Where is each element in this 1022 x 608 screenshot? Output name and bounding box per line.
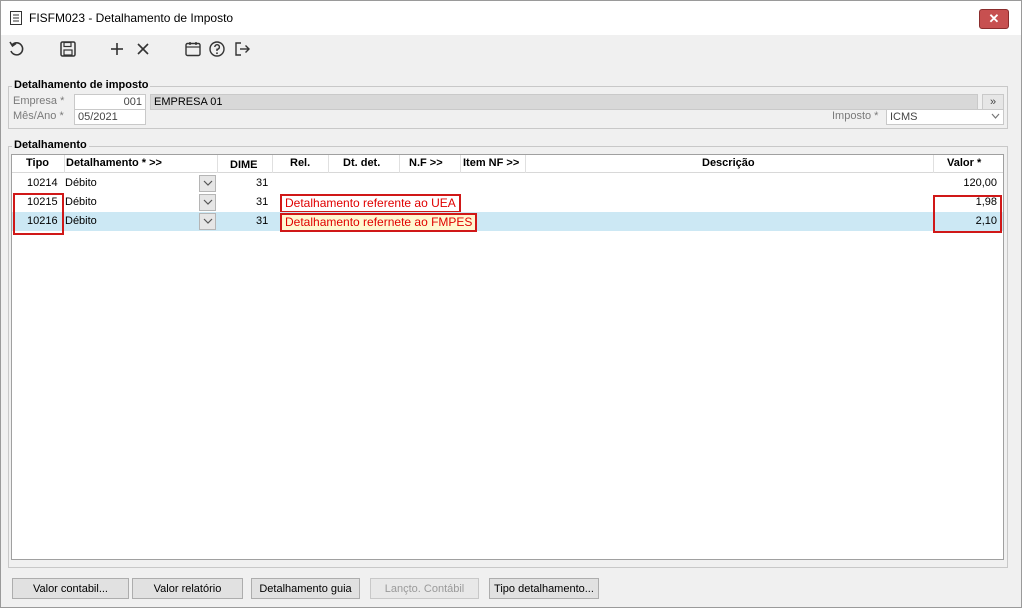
title-bar: FISFM023 - Detalhamento de Imposto ✕ — [1, 1, 1021, 35]
detalhamento-table: Tipo Detalhamento * >> DIME Rel. Dt. det… — [11, 154, 1004, 560]
col-rel[interactable]: Rel. — [290, 157, 310, 169]
empresa-lookup-button[interactable]: » — [982, 94, 1004, 110]
col-dt-det[interactable]: Dt. det. — [343, 157, 380, 169]
cell-detalhamento[interactable]: Débito — [65, 196, 97, 208]
delete-button[interactable] — [133, 40, 153, 60]
toolbar — [1, 37, 1021, 63]
exit-button[interactable] — [232, 40, 252, 60]
col-tipo[interactable]: Tipo — [26, 157, 49, 169]
table-row[interactable]: 10214 Débito 31 120,00 — [12, 174, 1003, 193]
cell-dime[interactable]: 31 — [256, 196, 268, 208]
cell-dime[interactable]: 31 — [256, 177, 268, 189]
detalhamento-dropdown[interactable] — [199, 175, 216, 192]
lancto-contabil-button[interactable]: Lançto. Contábil — [370, 578, 479, 599]
col-detalhamento[interactable]: Detalhamento * >> — [66, 157, 162, 169]
tipo-highlight-box — [13, 193, 64, 235]
table-row[interactable]: 10215 Débito 31 Detalhamento referente a… — [12, 193, 1003, 213]
undo-icon — [8, 40, 26, 61]
col-dime[interactable]: DIME — [230, 159, 258, 171]
col-item-nf[interactable]: Item NF >> — [463, 157, 519, 169]
cell-descricao[interactable]: Detalhamento referente ao UEA — [280, 194, 461, 213]
cell-detalhamento[interactable]: Débito — [65, 177, 97, 189]
add-button[interactable] — [107, 40, 127, 60]
col-nf[interactable]: N.F >> — [409, 157, 443, 169]
undo-button[interactable] — [7, 40, 27, 60]
col-descricao[interactable]: Descrição — [702, 157, 755, 169]
detalhamento-dropdown[interactable] — [199, 194, 216, 211]
cell-descricao[interactable]: Detalhamento refernete ao FMPES — [280, 213, 478, 232]
valor-contabil-button[interactable]: Valor contabil... — [12, 578, 129, 599]
cell-dime[interactable]: 31 — [256, 215, 268, 227]
add-icon — [108, 40, 126, 61]
main-window: FISFM023 - Detalhamento de Imposto ✕ Det… — [0, 0, 1022, 608]
table-row-selected[interactable]: 10216 Débito 31 Detalhamento refernete a… — [12, 212, 1003, 232]
close-icon: ✕ — [988, 11, 1000, 26]
valor-highlight-box — [933, 195, 1002, 233]
table-header: Tipo Detalhamento * >> DIME Rel. Dt. det… — [12, 155, 1003, 173]
tipo-detalhamento-button[interactable]: Tipo detalhamento... — [489, 578, 599, 599]
col-valor[interactable]: Valor * — [947, 157, 981, 169]
detalhamento-imposto-title: Detalhamento de imposto — [12, 79, 151, 91]
detalhamento-dropdown[interactable] — [199, 213, 216, 230]
cell-tipo[interactable]: 10214 — [27, 177, 58, 189]
imposto-select[interactable]: ICMS — [886, 109, 1004, 125]
mes-ano-field[interactable]: 05/2021 — [74, 109, 146, 125]
exit-icon — [233, 40, 251, 61]
cell-valor[interactable]: 120,00 — [963, 177, 997, 189]
calendar-button[interactable] — [183, 40, 203, 60]
detalhamento-title: Detalhamento — [12, 139, 89, 151]
help-button[interactable] — [207, 40, 227, 60]
chevron-down-icon — [203, 178, 213, 190]
calendar-icon — [184, 40, 202, 61]
window-title: FISFM023 - Detalhamento de Imposto — [29, 11, 234, 25]
empresa-label: Empresa * — [13, 95, 65, 107]
imposto-label: Imposto * — [832, 110, 879, 122]
delete-icon — [134, 40, 152, 61]
empresa-code-field[interactable]: 001 — [74, 94, 146, 110]
help-icon — [208, 40, 226, 61]
save-icon — [59, 40, 77, 61]
chevron-down-icon — [203, 216, 213, 228]
chevron-down-icon — [203, 197, 213, 209]
mes-ano-label: Mês/Ano * — [13, 110, 64, 122]
chevron-down-icon — [991, 110, 1000, 126]
close-button[interactable]: ✕ — [979, 9, 1009, 29]
imposto-value: ICMS — [890, 111, 918, 123]
document-icon — [9, 10, 23, 26]
valor-relatorio-button[interactable]: Valor relatório — [132, 578, 243, 599]
detalhamento-guia-button[interactable]: Detalhamento guia — [251, 578, 360, 599]
empresa-name-field: EMPRESA 01 — [150, 94, 978, 110]
cell-detalhamento[interactable]: Débito — [65, 215, 97, 227]
save-button[interactable] — [58, 40, 78, 60]
